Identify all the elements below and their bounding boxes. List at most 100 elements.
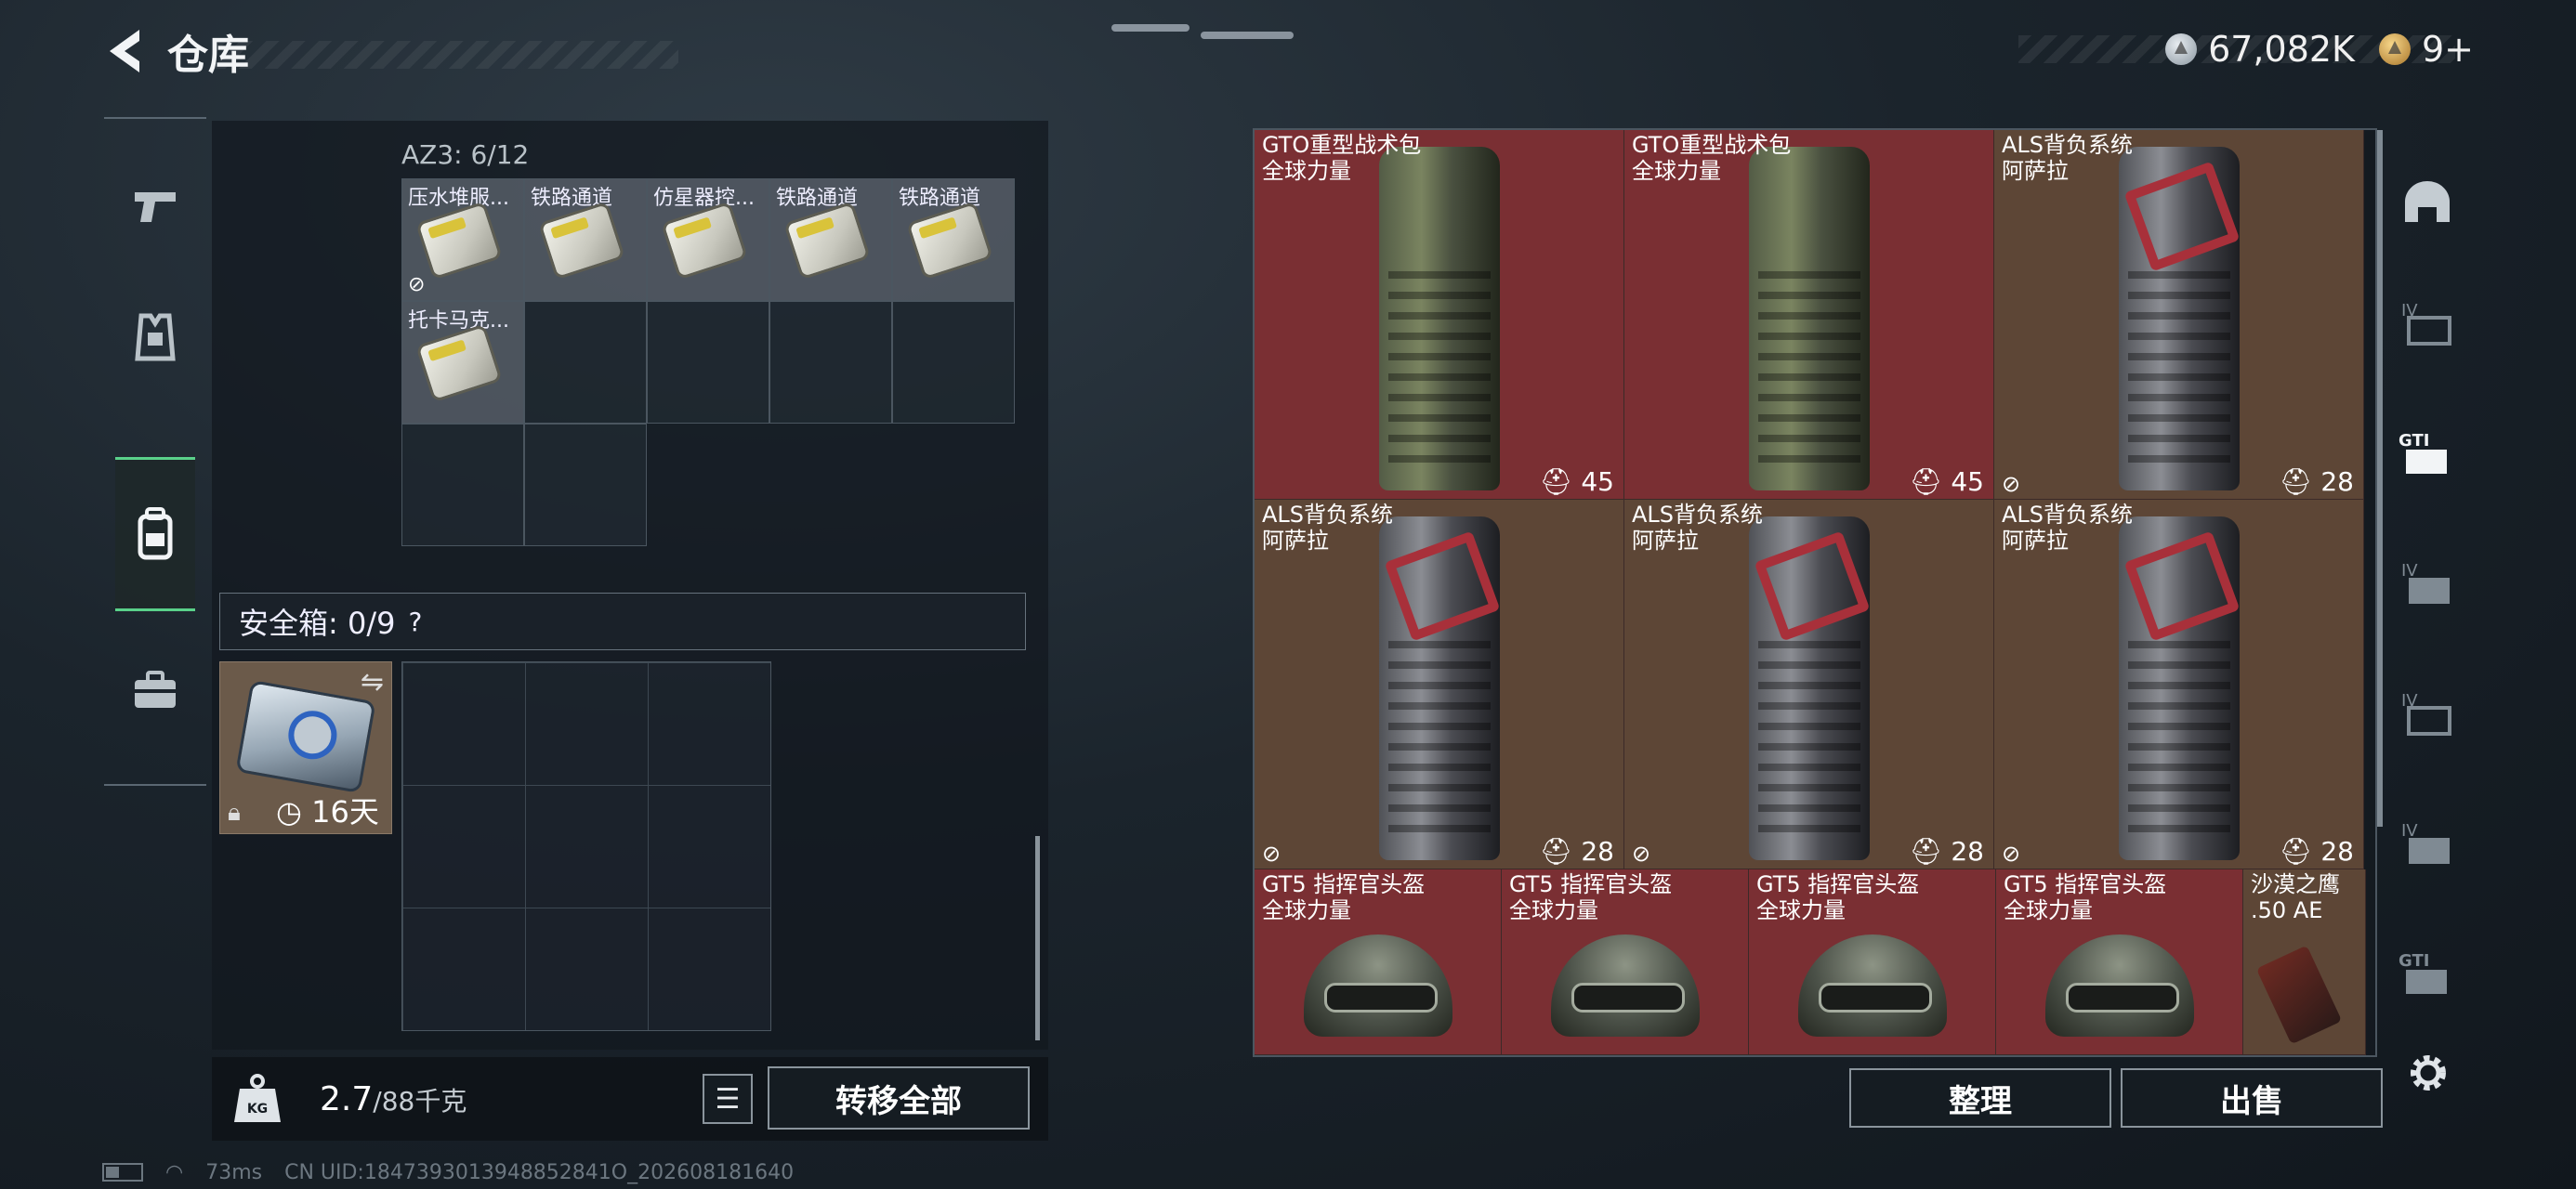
empty-slot[interactable]	[401, 424, 524, 546]
page-title: 仓库	[167, 32, 249, 79]
filter-all[interactable]	[2392, 167, 2463, 238]
no-sell-icon: ⊘	[2002, 471, 2021, 497]
durability-icon: ⛑	[1539, 466, 1582, 497]
title-decoration	[214, 41, 678, 69]
durability-count: ⛑ 28	[1910, 836, 1984, 867]
uid: CN UID:1847393013948852841O_202608181640	[284, 1160, 795, 1184]
list-view-button[interactable]: ☰	[703, 1074, 753, 1124]
durability-count: ⛑ 28	[1540, 836, 1614, 867]
filter-iv-1[interactable]: IV	[2392, 288, 2463, 359]
backpack-image	[2118, 516, 2240, 860]
nav-backpack[interactable]	[115, 457, 195, 611]
no-sell-icon: ⊘	[2002, 841, 2021, 867]
durability-icon: ⛑	[1909, 466, 1952, 497]
folder-iv-icon: IV	[2401, 301, 2451, 346]
folder-iv-icon: IV	[2401, 821, 2450, 864]
item-name: ALS背负系统 阿萨拉	[2002, 132, 2134, 184]
storage-item[interactable]: 铁路通道	[892, 178, 1015, 301]
transfer-all-button[interactable]: 转移全部	[768, 1066, 1030, 1130]
inventory-item[interactable]: ALS背负系统 阿萨拉 ⛑ 28 ⊘	[1994, 500, 2364, 869]
inventory-scrollbar[interactable]	[2377, 130, 2383, 827]
svg-text:GTI: GTI	[2399, 431, 2429, 451]
durability-icon: ⛑	[1539, 836, 1582, 867]
inventory-item[interactable]: ALS背负系统 阿萨拉 ⛑ 28 ⊘	[1255, 500, 1624, 869]
safe-box-header: 安全箱: 0/9 ?	[219, 593, 1026, 650]
ping: 73ms	[205, 1160, 263, 1184]
safe-box-timer: ◷ 16天	[276, 794, 379, 830]
storage-scrollbar[interactable]	[1035, 836, 1040, 1040]
durability-value: 28	[2320, 466, 2354, 497]
safe-box-image	[235, 679, 376, 794]
item-name: GTO重型战术包 全球力量	[1262, 132, 1422, 184]
no-sell-icon: ⊘	[1632, 841, 1651, 867]
inventory-item[interactable]: GT5 指挥官头盔 全球力量	[1996, 869, 2243, 1055]
currency-bar: 67,082K 9+	[2018, 26, 2474, 72]
inventory-item[interactable]: GT5 指挥官头盔 全球力量	[1255, 869, 1502, 1055]
filter-iv-4[interactable]: IV	[2392, 808, 2463, 879]
item-name: ALS背负系统 阿萨拉	[2002, 502, 2134, 554]
weight-icon: KG	[230, 1072, 284, 1126]
durability-value: 45	[1581, 466, 1614, 497]
safe-box-label: 安全箱: 0/9	[239, 606, 396, 641]
safe-box-grid[interactable]	[401, 661, 771, 1031]
storage-item[interactable]: 铁路通道	[524, 178, 647, 301]
no-sell-icon: ⊘	[408, 273, 426, 296]
folder-gti-icon: GTI	[2399, 951, 2447, 994]
vest-icon	[135, 313, 176, 361]
lock-icon: 🔒︎	[228, 799, 241, 827]
inventory-item[interactable]: GTO重型战术包 全球力量 ⛑ 45	[1255, 130, 1624, 500]
help-icon[interactable]: ?	[408, 607, 422, 637]
wifi-icon: ◠	[165, 1160, 184, 1184]
backpack-image	[2118, 147, 2240, 490]
durability-count: ⛑ 28	[2280, 836, 2354, 867]
empty-slot[interactable]	[769, 301, 892, 424]
nav-toolbox[interactable]	[115, 639, 195, 741]
filter-iv-2[interactable]: IV	[2392, 548, 2463, 619]
empty-slot[interactable]	[524, 424, 647, 546]
safe-box-item[interactable]: ⇋ 🔒︎ ◷ 16天	[219, 661, 392, 834]
empty-slot[interactable]	[892, 301, 1015, 424]
backpack-icon	[138, 507, 173, 560]
nav-armor[interactable]	[115, 286, 195, 388]
svg-text:GTI: GTI	[2399, 951, 2429, 971]
storage-item[interactable]: 仿星器控...	[647, 178, 769, 301]
category-nav	[104, 117, 206, 786]
inventory-item[interactable]: 沙漠之鹰 .50 AE	[2243, 869, 2366, 1055]
durability-icon: ⛑	[2279, 466, 2321, 497]
empty-slot[interactable]	[647, 301, 769, 424]
durability-icon: ⛑	[2279, 836, 2321, 867]
backpack-image	[1748, 516, 1870, 860]
svg-text:KG: KG	[247, 1102, 268, 1117]
inventory-item[interactable]: ALS背负系统 阿萨拉 ⛑ 28 ⊘	[1624, 500, 1994, 869]
currency-gold-value[interactable]: 9+	[2422, 29, 2474, 70]
empty-slot[interactable]	[524, 301, 647, 424]
settings-button[interactable]	[2405, 1050, 2451, 1096]
inventory-item[interactable]: GTO重型战术包 全球力量 ⛑ 45	[1624, 130, 1994, 500]
weight-bar: KG 2.7/88千克 ☰ 转移全部	[212, 1057, 1048, 1141]
back-button[interactable]	[102, 26, 149, 76]
swap-icon[interactable]: ⇋	[361, 666, 384, 699]
inventory-item[interactable]: GT5 指挥官头盔 全球力量	[1749, 869, 1996, 1055]
filter-gti-2[interactable]: GTI	[2392, 938, 2463, 1009]
gear-icon	[2411, 1055, 2446, 1091]
backpack-image	[1378, 147, 1500, 490]
sort-button[interactable]: 整理	[1849, 1068, 2111, 1128]
sell-button[interactable]: 出售	[2121, 1068, 2383, 1128]
filter-iv-3[interactable]: IV	[2392, 678, 2463, 749]
inventory-item[interactable]: ALS背负系统 阿萨拉 ⛑ 28 ⊘	[1994, 130, 2364, 500]
storage-item[interactable]: 压水堆服... ⊘	[401, 178, 524, 301]
item-name: ALS背负系统 阿萨拉	[1262, 502, 1394, 554]
inventory-item[interactable]: GT5 指挥官头盔 全球力量	[1502, 869, 1749, 1055]
pistol-icon	[135, 192, 176, 222]
filter-gti-active[interactable]: GTI	[2392, 418, 2463, 489]
storage-item[interactable]: 托卡马克...	[401, 301, 524, 424]
battery-icon	[102, 1163, 143, 1182]
item-name: GT5 指挥官头盔 全球力量	[1262, 871, 1426, 923]
folder-iv-icon: IV	[2401, 691, 2451, 736]
helmet-image	[1550, 934, 1700, 1037]
durability-value: 28	[1951, 836, 1984, 867]
storage-item[interactable]: 铁路通道	[769, 178, 892, 301]
backpack-image	[1378, 516, 1500, 860]
nav-weapons[interactable]	[115, 156, 195, 258]
helmet-image	[1303, 934, 1452, 1037]
